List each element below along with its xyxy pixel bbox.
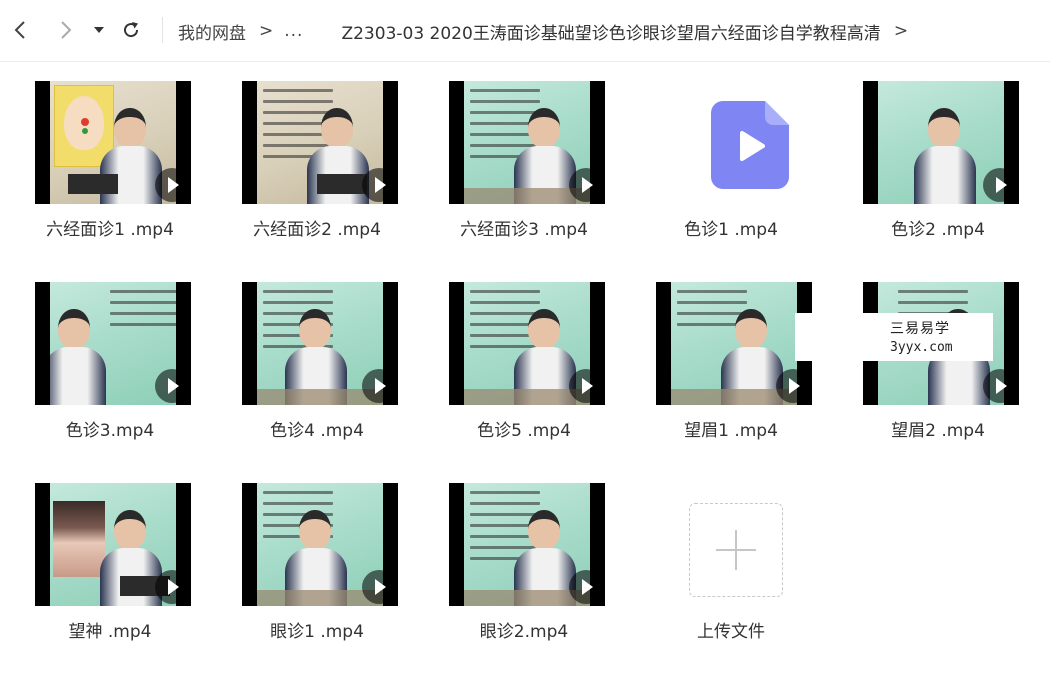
play-icon — [776, 369, 810, 403]
file-item-video[interactable]: 六经面诊1 .mp4 — [20, 81, 200, 261]
video-thumbnail — [35, 282, 191, 405]
file-name: 色诊1 .mp4 — [684, 220, 778, 240]
play-icon — [362, 168, 396, 202]
portrait-illustration — [53, 501, 105, 577]
file-name: 色诊4 .mp4 — [270, 421, 364, 441]
file-name: 望神 .mp4 — [68, 622, 152, 642]
file-item-video[interactable]: 眼诊2.mp4 — [434, 483, 614, 663]
video-thumbnail — [449, 282, 605, 405]
file-item-video[interactable]: 色诊1 .mp4 — [641, 81, 821, 261]
file-item-video[interactable]: 色诊5 .mp4 — [434, 282, 614, 462]
file-name: 色诊5 .mp4 — [477, 421, 571, 441]
file-name: 眼诊1 .mp4 — [270, 622, 364, 642]
file-item-video[interactable]: 望眉1 .mp4 — [641, 282, 821, 462]
file-item-video[interactable]: 色诊4 .mp4 — [227, 282, 407, 462]
video-thumbnail — [656, 282, 812, 405]
file-name: 色诊2 .mp4 — [891, 220, 985, 240]
play-icon — [362, 369, 396, 403]
video-thumbnail — [449, 483, 605, 606]
play-icon — [569, 168, 603, 202]
file-item-video[interactable]: 六经面诊2 .mp4 — [227, 81, 407, 261]
play-icon — [569, 369, 603, 403]
file-name: 六经面诊2 .mp4 — [253, 220, 381, 240]
upload-file-tile[interactable]: 上传文件 — [641, 483, 821, 663]
video-file-icon — [711, 101, 789, 189]
file-item-video[interactable]: 色诊3.mp4 — [20, 282, 200, 462]
file-item-video[interactable]: 望眉2 .mp4 — [848, 282, 1028, 462]
plus-icon[interactable] — [689, 503, 783, 597]
video-thumbnail — [863, 81, 1019, 204]
play-icon — [155, 570, 189, 604]
file-name: 眼诊2.mp4 — [479, 622, 569, 642]
file-name: 色诊3.mp4 — [65, 421, 155, 441]
video-thumbnail — [242, 282, 398, 405]
file-item-video[interactable]: 六经面诊3 .mp4 — [434, 81, 614, 261]
file-item-video[interactable]: 望神 .mp4 — [20, 483, 200, 663]
video-thumbnail — [242, 483, 398, 606]
play-icon — [569, 570, 603, 604]
file-name: 望眉2 .mp4 — [891, 421, 985, 441]
play-icon — [155, 369, 189, 403]
video-thumbnail — [242, 81, 398, 204]
play-icon — [155, 168, 189, 202]
video-thumbnail — [35, 483, 191, 606]
file-name: 六经面诊3 .mp4 — [460, 220, 588, 240]
watermark: 三易易学 3yyx.com — [795, 313, 993, 361]
file-item-video[interactable]: 色诊2 .mp4 — [848, 81, 1028, 261]
play-icon — [362, 570, 396, 604]
file-name: 六经面诊1 .mp4 — [46, 220, 174, 240]
file-name: 望眉1 .mp4 — [684, 421, 778, 441]
play-icon — [983, 369, 1017, 403]
play-icon — [983, 168, 1017, 202]
video-thumbnail — [35, 81, 191, 204]
video-thumbnail — [449, 81, 605, 204]
file-item-video[interactable]: 眼诊1 .mp4 — [227, 483, 407, 663]
upload-file-label: 上传文件 — [697, 622, 765, 642]
